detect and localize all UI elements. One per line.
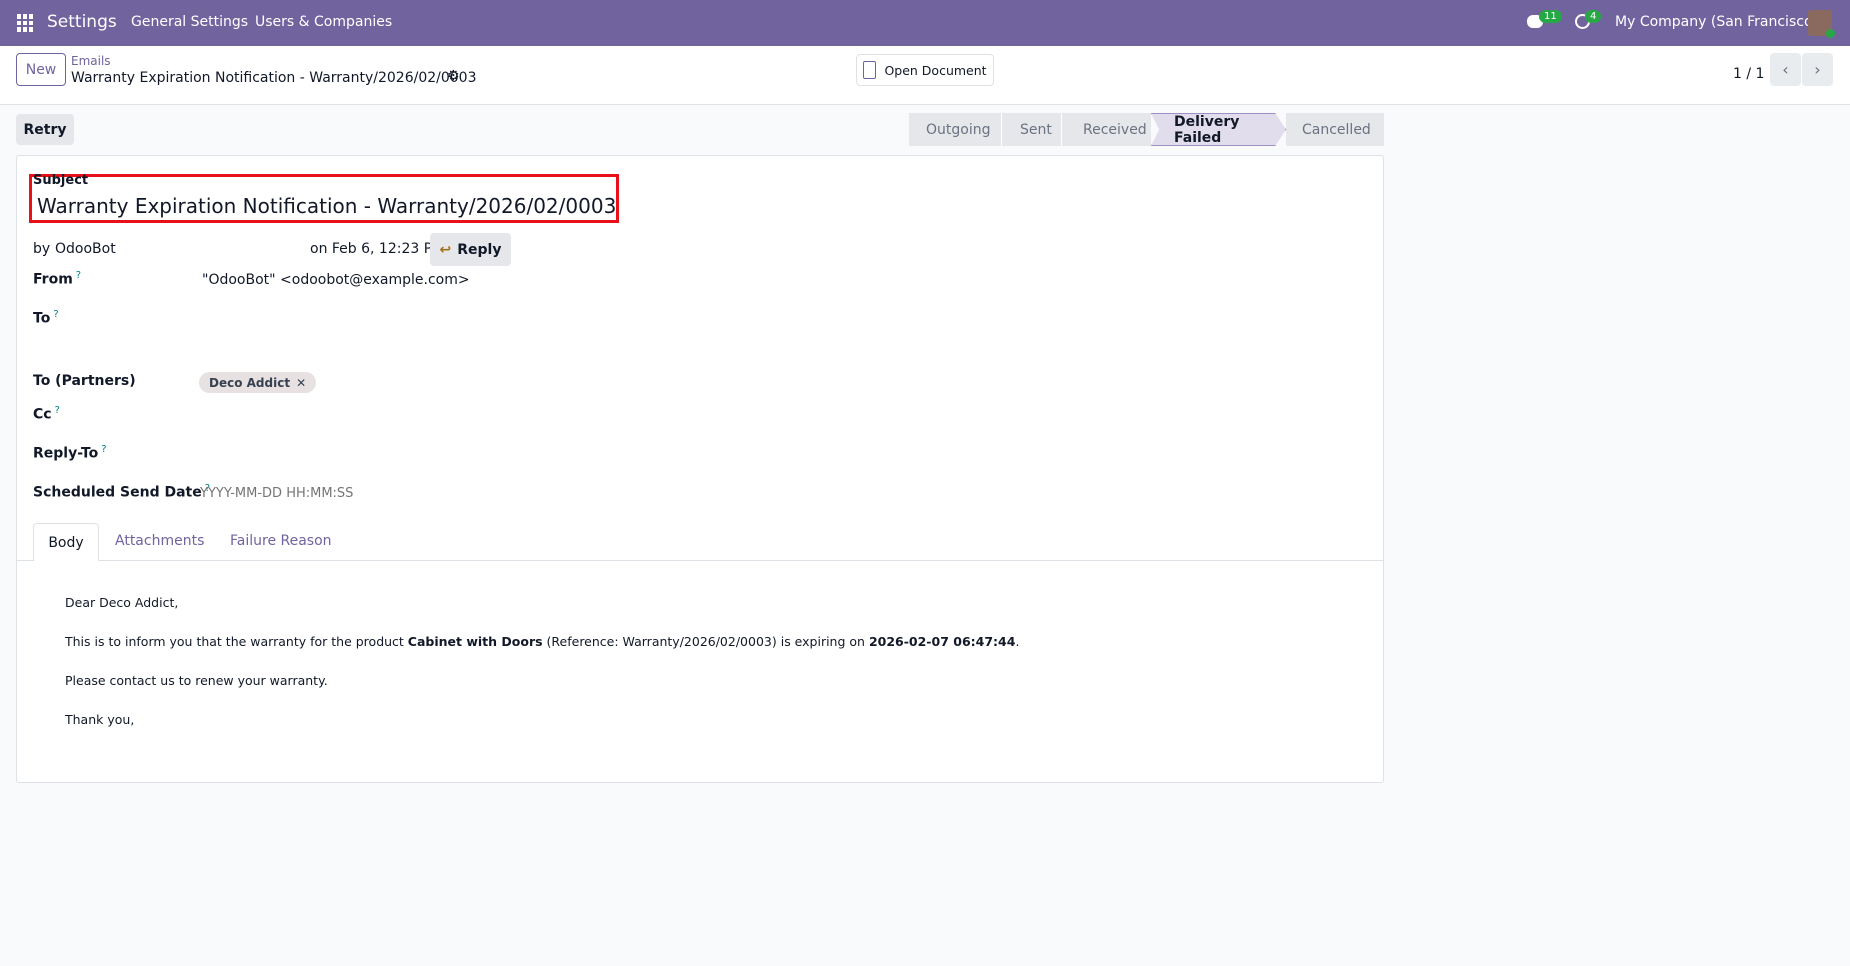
apps-menu-icon[interactable]: [17, 14, 35, 32]
body-greeting: Dear Deco Addict,: [65, 595, 179, 610]
open-document-button[interactable]: Open Document: [856, 54, 994, 86]
top-navbar: Settings General Settings Users & Compan…: [0, 0, 1850, 46]
from-value[interactable]: "OdooBot" <odoobot@example.com>: [202, 272, 470, 288]
reply-icon: ↩: [439, 241, 452, 258]
scheduled-send-date-label: Scheduled Send Date?: [33, 483, 211, 501]
stage-outgoing[interactable]: Outgoing: [909, 113, 1001, 146]
retry-button[interactable]: Retry: [16, 114, 74, 145]
to-label: To?: [33, 309, 59, 327]
partner-tag-label: Deco Addict: [209, 375, 291, 390]
product-name: Cabinet with Doors: [407, 634, 543, 649]
message-date: on Feb 6, 12:23 PM: [310, 241, 445, 257]
subject-label: Subject: [33, 173, 89, 188]
reply-to-label: Reply-To?: [33, 444, 107, 462]
menu-general-settings[interactable]: General Settings: [131, 14, 248, 30]
tab-body[interactable]: Body: [33, 523, 99, 561]
subject-field[interactable]: Warranty Expiration Notification - Warra…: [37, 194, 616, 218]
help-icon[interactable]: ?: [55, 405, 60, 416]
tab-attachments[interactable]: Attachments: [115, 533, 204, 549]
body-closing: Thank you,: [65, 712, 135, 727]
user-avatar[interactable]: [1808, 10, 1835, 38]
menu-users-companies[interactable]: Users & Companies: [255, 14, 392, 30]
by-prefix: by: [33, 241, 51, 257]
expiry-date: 2026-02-07 06:47:44: [868, 634, 1016, 649]
messages-badge: 11: [1539, 10, 1562, 23]
breadcrumb-emails[interactable]: Emails: [71, 54, 111, 68]
partner-tag[interactable]: Deco Addict ✕: [199, 372, 317, 393]
control-panel: New Emails Warranty Expiration Notificat…: [0, 46, 1850, 105]
breadcrumb-current: Warranty Expiration Notification - Warra…: [71, 70, 477, 86]
scheduled-send-date-input[interactable]: [200, 482, 500, 504]
cc-label: Cc?: [33, 405, 60, 423]
pager-value[interactable]: 1 / 1: [1733, 66, 1764, 82]
help-icon[interactable]: ?: [101, 444, 106, 455]
new-button[interactable]: New: [16, 53, 66, 86]
stage-cancelled[interactable]: Cancelled: [1286, 113, 1384, 146]
stage-received[interactable]: Received: [1061, 113, 1151, 146]
app-title[interactable]: Settings: [47, 12, 117, 32]
company-switcher[interactable]: My Company (San Francisco): [1615, 14, 1818, 30]
reply-button[interactable]: ↩ Reply: [430, 233, 511, 266]
remove-tag-icon[interactable]: ✕: [296, 376, 306, 390]
form-sheet: [16, 155, 1384, 783]
body-line-1: This is to inform you that the warranty …: [65, 634, 1020, 649]
from-label: From?: [33, 270, 82, 288]
tabs-underline: [17, 560, 1383, 561]
document-icon: [863, 61, 877, 79]
reply-label: Reply: [457, 241, 502, 258]
author-name[interactable]: OdooBot: [55, 241, 116, 257]
gear-icon[interactable]: ⚙: [447, 68, 460, 84]
stage-delivery-failed[interactable]: Delivery Failed: [1151, 113, 1286, 146]
tab-failure-reason[interactable]: Failure Reason: [230, 533, 332, 549]
help-icon[interactable]: ?: [53, 309, 58, 320]
body-line-2: Please contact us to renew your warranty…: [65, 673, 328, 688]
stage-sent[interactable]: Sent: [1001, 113, 1061, 146]
pager-next-button[interactable]: ›: [1802, 53, 1833, 86]
pager-previous-button[interactable]: ‹: [1770, 53, 1801, 86]
open-document-label: Open Document: [884, 62, 987, 78]
help-icon[interactable]: ?: [76, 270, 81, 281]
to-partners-label: To (Partners): [33, 373, 136, 389]
activities-badge: 4: [1585, 10, 1602, 23]
